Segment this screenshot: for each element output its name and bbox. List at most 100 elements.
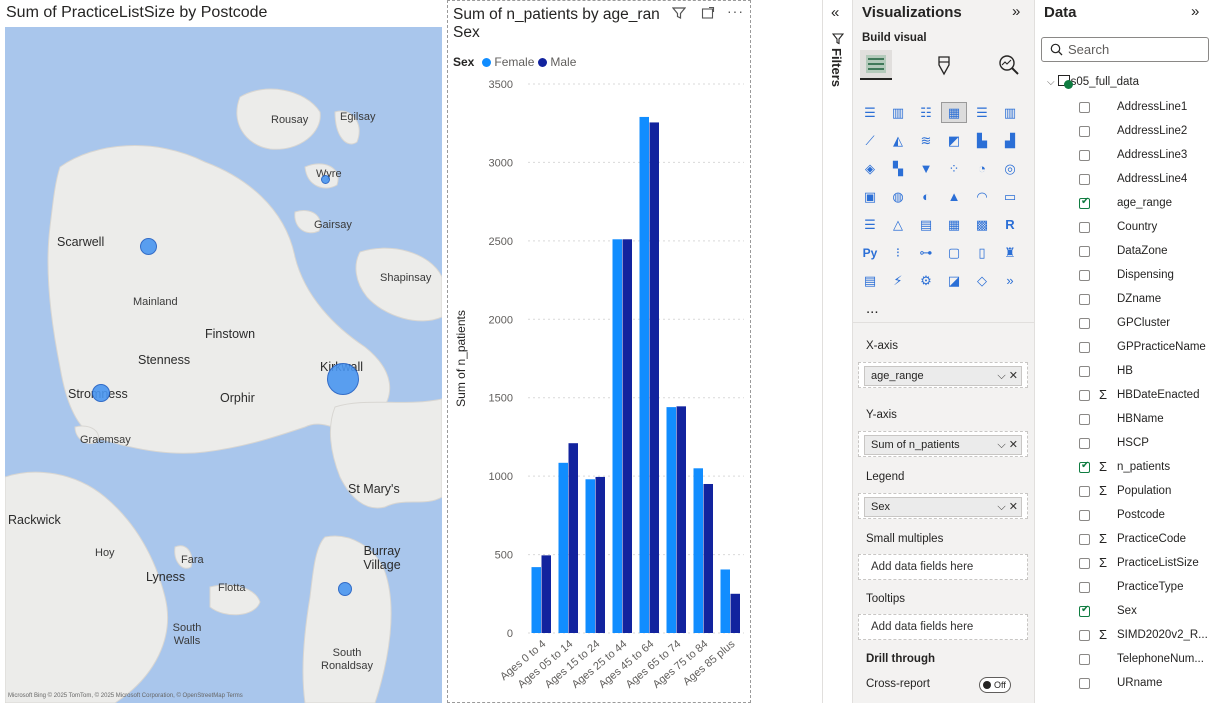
qa-icon[interactable]: ▢ [941,242,967,263]
power-automate-icon[interactable]: ⚙ [913,270,939,291]
map-bubble-scarwell[interactable] [140,238,157,255]
kpi-icon[interactable]: △ [885,214,911,235]
field-checkbox[interactable] [1079,630,1090,641]
build-visual-tab-icon[interactable] [860,50,892,80]
table-icon[interactable]: ▦ [941,214,967,235]
bar-female[interactable] [558,462,569,633]
field-checkbox[interactable] [1079,222,1090,233]
map-bubble-st-margarets[interactable] [338,582,352,596]
field-checkbox[interactable] [1079,196,1090,209]
field-row[interactable]: URname [1079,676,1212,696]
bar-male[interactable] [649,122,660,634]
power-apps-diamond-icon[interactable]: ◇ [969,270,995,291]
filter-icon[interactable] [671,6,687,23]
card-icon[interactable]: ▭ [997,186,1023,207]
metrics-icon[interactable]: ◪ [941,270,967,291]
focus-mode-icon[interactable] [701,6,715,23]
format-visual-tab-icon[interactable] [928,50,960,80]
legend-female[interactable]: Female [494,55,534,69]
field-row[interactable]: Σn_patients [1079,459,1212,480]
100-stacked-column-chart-icon[interactable]: ▥ [997,102,1023,123]
field-row[interactable]: AddressLine3 [1079,148,1212,168]
bar-female[interactable] [612,239,623,633]
field-row[interactable]: Σ Population [1079,483,1212,504]
map-visual[interactable]: Sum of PracticeListSize by Postcode Rous… [0,0,446,703]
x-axis-field-pill[interactable]: age_range ⌵ ✕ [864,366,1022,386]
field-row[interactable]: DZname [1079,292,1212,312]
field-checkbox[interactable] [1079,558,1090,569]
line-chart-icon[interactable]: ⟋ [857,130,883,151]
viz-expand-icon[interactable]: » [1012,3,1020,20]
analytics-tab-icon[interactable] [993,50,1025,80]
bar-male[interactable] [595,476,606,633]
pill-controls-icon[interactable]: ⌵ ✕ [997,436,1018,454]
tooltips-well[interactable]: Add data fields here [858,614,1028,640]
chevron-down-icon[interactable]: ⌵ [1047,77,1055,88]
power-automate-chevron-icon[interactable]: » [997,270,1023,291]
field-checkbox[interactable] [1079,174,1090,185]
field-row[interactable]: AddressLine2 [1079,124,1212,144]
bar-female[interactable] [639,116,650,633]
azure-map-icon[interactable]: ▲ [941,186,967,207]
search-box[interactable] [1041,37,1209,62]
bar-male[interactable] [622,239,633,633]
filters-pane[interactable]: « Filters [823,0,853,703]
pie-chart-icon[interactable]: ◔ [969,158,995,179]
clustered-column-chart-icon[interactable]: ▦ [941,102,967,123]
cross-report-toggle[interactable]: Off [979,677,1011,693]
data-expand-icon[interactable]: » [1191,3,1199,20]
field-row[interactable]: TelephoneNum... [1079,652,1212,672]
table-node[interactable]: ⌵ s05_full_data [1047,75,1139,89]
field-row[interactable]: Postcode [1079,508,1212,528]
field-row[interactable]: HB [1079,364,1212,384]
field-checkbox[interactable] [1079,102,1090,113]
key-influencers-icon[interactable]: ⁝ [885,242,911,263]
pill-controls-icon[interactable]: ⌵ ✕ [997,367,1018,385]
line-clustered-column-chart-icon[interactable]: ▟ [997,130,1023,151]
multi-row-card-icon[interactable]: ☰ [857,214,883,235]
bar-female[interactable] [720,569,731,633]
field-checkbox[interactable] [1079,460,1090,473]
pill-controls-icon[interactable]: ⌵ ✕ [997,498,1018,516]
field-checkbox[interactable] [1079,126,1090,137]
bar-chart-visual[interactable]: Sum of n_patients by age_ran Sex ··· Sex… [447,0,751,703]
map-bubble-stromness[interactable] [92,384,110,402]
field-checkbox[interactable] [1079,486,1090,497]
field-checkbox[interactable] [1079,318,1090,329]
field-checkbox[interactable] [1079,270,1090,281]
y-axis-field-pill[interactable]: Sum of n_patients ⌵ ✕ [864,435,1022,455]
field-checkbox[interactable] [1079,150,1090,161]
slicer-icon[interactable]: ▤ [913,214,939,235]
bar-female[interactable] [666,407,677,633]
line-stacked-column-chart-icon[interactable]: ▙ [969,130,995,151]
map-bubble-wyre[interactable] [321,175,330,184]
field-row[interactable]: Sex [1079,604,1212,624]
field-row[interactable]: AddressLine1 [1079,100,1212,120]
y-axis-well[interactable]: Sum of n_patients ⌵ ✕ [858,431,1028,457]
field-checkbox[interactable] [1079,604,1090,617]
bar-female[interactable] [531,567,542,633]
map-bubble-kirkwall[interactable] [327,363,359,395]
field-row[interactable]: Σ HBDateEnacted [1079,387,1212,408]
stacked-bar-chart-icon[interactable]: ☰ [857,102,883,123]
bar-female[interactable] [693,468,704,633]
gauge-icon[interactable]: ◠ [969,186,995,207]
bar-male[interactable] [676,406,687,633]
more-visuals-button[interactable]: ... [866,300,879,317]
paginated-report-icon[interactable]: ▤ [857,270,883,291]
field-checkbox[interactable] [1079,510,1090,521]
field-row[interactable]: PracticeType [1079,580,1212,600]
filled-map-icon[interactable]: ◐ [913,186,939,207]
field-row[interactable]: Σ PracticeListSize [1079,555,1212,576]
field-row[interactable]: DataZone [1079,244,1212,264]
small-multiples-well[interactable]: Add data fields here [858,554,1028,580]
bar-male[interactable] [703,483,714,633]
bar-male[interactable] [568,443,579,633]
donut-chart-icon[interactable]: ◎ [997,158,1023,179]
field-row[interactable]: Country [1079,220,1212,240]
field-checkbox[interactable] [1079,438,1090,449]
search-input[interactable] [1068,41,1198,58]
more-options-icon[interactable]: ··· [727,3,744,19]
stacked-column-chart-icon[interactable]: ▥ [885,102,911,123]
100-stacked-bar-chart-icon[interactable]: ☰ [969,102,995,123]
